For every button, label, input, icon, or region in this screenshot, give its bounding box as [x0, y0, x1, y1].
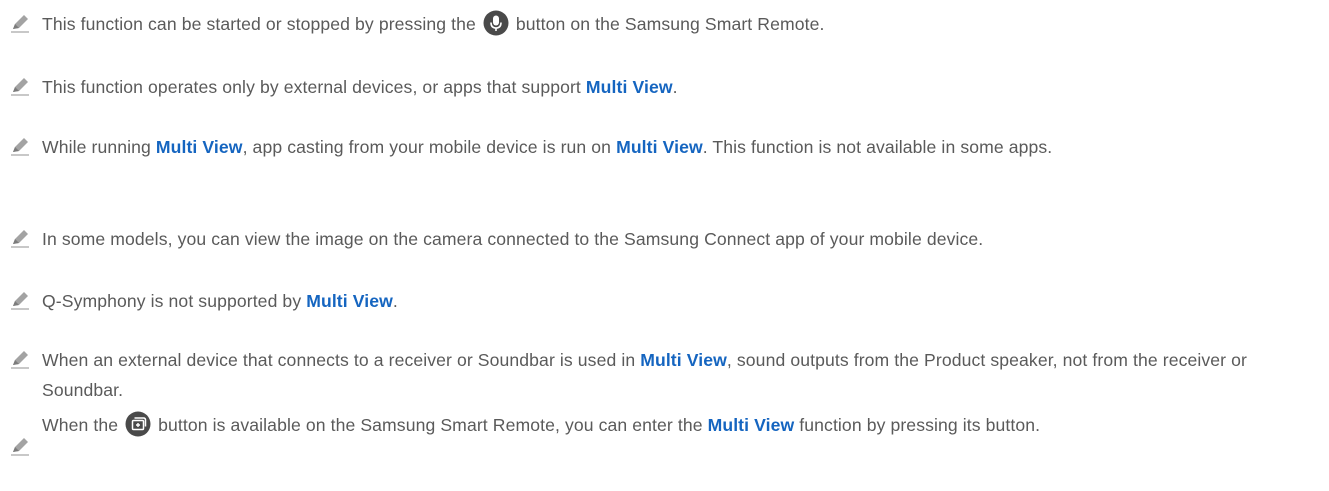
note-text-part: Q-Symphony is not supported by — [42, 291, 307, 311]
note-text-part: While running — [42, 137, 156, 157]
microphone-icon — [483, 10, 509, 36]
multi-view-link: Multi View — [585, 77, 673, 97]
pencil-icon — [11, 138, 29, 156]
multi-view-icon — [125, 411, 151, 437]
note-text-part: , app casting from your mobile device is… — [242, 137, 617, 157]
multi-view-link: Multi View — [640, 350, 727, 370]
note-text: While running Multi View, app casting fr… — [42, 132, 1322, 162]
note-text: Q-Symphony is not supported by Multi Vie… — [42, 286, 1322, 316]
note-text-part: button on the Samsung Smart Remote. — [510, 14, 825, 34]
note-text-part: function by pressing its button. — [794, 415, 1041, 435]
notes-list: This function can be started or stopped … — [0, 0, 1329, 491]
multi-view-link: Multi View — [306, 291, 393, 311]
note-text-part: When the — [42, 415, 124, 435]
note-text: When an external device that connects to… — [42, 345, 1322, 405]
pencil-icon — [11, 230, 29, 248]
note-text: This function operates only by external … — [42, 72, 1322, 102]
note-text-part: . — [672, 77, 678, 97]
note-text: When the button is available on the Sams… — [42, 410, 1322, 440]
multi-view-link: Multi View — [616, 137, 703, 157]
note-text-part: This function can be started or stopped … — [42, 14, 481, 34]
note-text-part: . This function is not available in some… — [702, 137, 1053, 157]
note-text-part: This function operates only by external … — [42, 77, 586, 97]
note-text-part: button is available on the Samsung Smart… — [153, 415, 708, 435]
note-text-part: . — [392, 291, 398, 311]
pencil-icon — [11, 438, 29, 456]
pencil-icon — [11, 78, 29, 96]
note-text: In some models, you can view the image o… — [42, 229, 984, 249]
pencil-icon — [11, 351, 29, 369]
multi-view-link: Multi View — [707, 415, 795, 435]
note-text-part: When an external device that connects to… — [42, 350, 641, 370]
multi-view-link: Multi View — [155, 137, 243, 157]
pencil-icon — [11, 292, 29, 310]
note-text: This function can be started or stopped … — [42, 9, 1322, 39]
pencil-icon — [11, 15, 29, 33]
